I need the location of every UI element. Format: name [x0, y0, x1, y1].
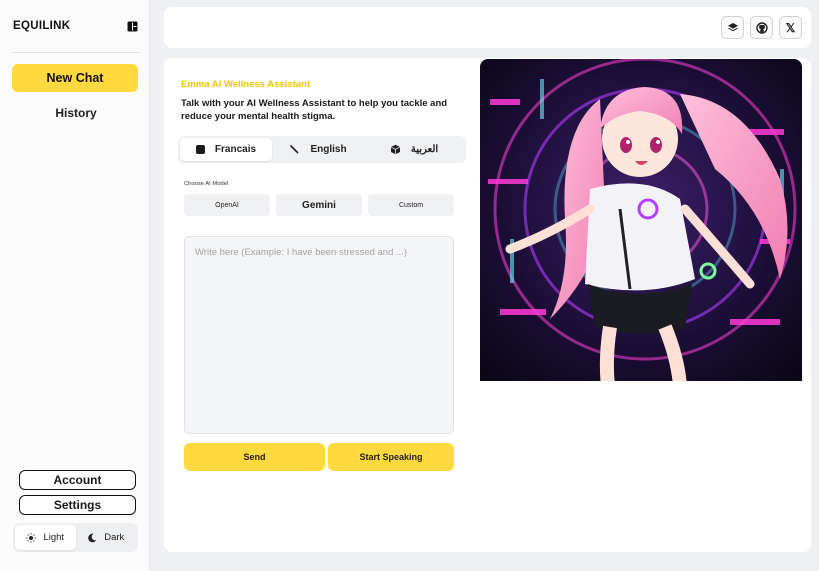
- github-button[interactable]: [750, 16, 773, 39]
- new-chat-button[interactable]: New Chat: [12, 64, 138, 92]
- account-button[interactable]: Account: [19, 470, 136, 490]
- theme-dark-label: Dark: [104, 532, 125, 543]
- language-tabs: Francais English العربية: [178, 136, 466, 163]
- layers-icon: [727, 22, 738, 31]
- theme-light-label: Light: [43, 532, 65, 543]
- assistant-subtitle: Talk with your AI Wellness Assistant to …: [181, 98, 448, 122]
- tab-francais-label: Francais: [214, 144, 257, 155]
- settings-button[interactable]: Settings: [19, 495, 136, 515]
- message-input[interactable]: [184, 236, 454, 434]
- model-custom-button[interactable]: Custom: [368, 194, 454, 216]
- x-twitter-button[interactable]: 𝕏: [779, 16, 802, 39]
- theme-toggle: Light Dark: [13, 523, 138, 552]
- x-twitter-icon: 𝕏: [785, 20, 796, 35]
- sidebar-divider: [13, 52, 139, 53]
- send-button[interactable]: Send: [184, 443, 325, 471]
- top-icon-group: 𝕏: [721, 16, 802, 39]
- moon-icon: [88, 533, 97, 542]
- sidebar: EQUILINK New Chat History Account Settin…: [0, 0, 150, 571]
- tab-arabic-label: العربية: [410, 144, 439, 155]
- model-gemini-button[interactable]: Gemini: [276, 194, 362, 216]
- model-openai-button[interactable]: OpenAI: [184, 194, 270, 216]
- tab-francais[interactable]: Francais: [180, 138, 272, 161]
- top-bar: 𝕏: [164, 7, 811, 48]
- tab-english[interactable]: English: [272, 138, 364, 161]
- start-speaking-button[interactable]: Start Speaking: [328, 443, 454, 471]
- app-logo: EQUILINK: [13, 20, 71, 32]
- assistant-character-image: [480, 59, 802, 386]
- square-icon: [195, 145, 205, 154]
- tab-arabic[interactable]: العربية: [364, 138, 464, 161]
- model-label: Choose AI Model: [184, 181, 229, 187]
- logo-row: EQUILINK: [13, 18, 138, 34]
- history-link[interactable]: History: [12, 106, 140, 120]
- layers-button[interactable]: [721, 16, 744, 39]
- magic-wand-icon: [289, 144, 300, 154]
- cube-icon: [390, 144, 400, 155]
- github-icon: [755, 21, 768, 34]
- sidebar-toggle-icon[interactable]: [127, 21, 138, 32]
- assistant-title: Emma AI Wellness Assistant: [181, 79, 311, 90]
- tab-english-label: English: [310, 144, 347, 155]
- theme-dark-option[interactable]: Dark: [76, 525, 137, 550]
- sun-icon: [26, 532, 37, 543]
- theme-light-option[interactable]: Light: [15, 525, 76, 550]
- assistant-illustration: [480, 59, 802, 386]
